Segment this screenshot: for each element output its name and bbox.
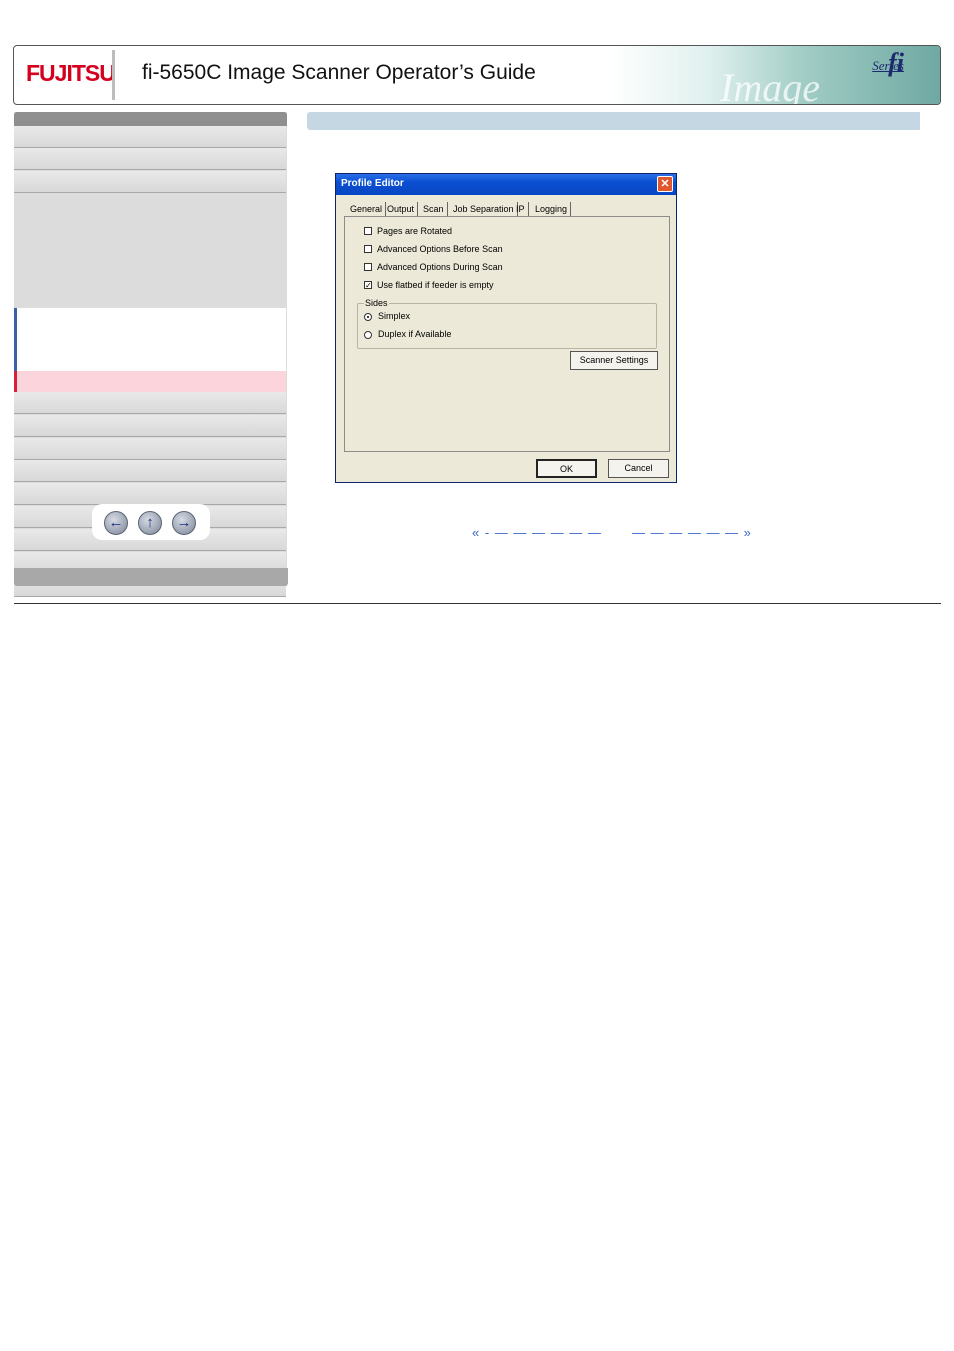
advanced-during-checkbox[interactable]	[364, 263, 372, 271]
dialog-title: Profile Editor	[341, 178, 404, 189]
header-divider	[112, 50, 115, 100]
arrow-left-icon[interactable]: ←	[104, 511, 128, 535]
simplex-label: Simplex	[378, 311, 411, 321]
header-art: Image Scanner fi Series	[610, 46, 940, 104]
sidebar-item-4[interactable]	[14, 392, 286, 414]
sides-groupbox: Sides Simplex Duplex if Available	[357, 298, 657, 349]
duplex-label: Duplex if Available	[378, 329, 452, 339]
scan-tab-panel: Pages are Rotated Advanced Options Befor…	[344, 216, 670, 452]
brand-series: Series	[872, 58, 904, 73]
dialog-titlebar[interactable]: Profile Editor ✕	[336, 174, 676, 195]
duplex-radio[interactable]	[364, 331, 372, 339]
sidebar-item-6[interactable]	[14, 438, 286, 460]
tab-scan[interactable]: Scan	[420, 202, 448, 216]
use-flatbed-checkbox[interactable]: ✓	[364, 281, 372, 290]
advanced-before-label: Advanced Options Before Scan	[377, 244, 503, 254]
ok-button[interactable]: OK	[536, 459, 597, 478]
close-icon[interactable]: ✕	[657, 176, 673, 192]
advanced-before-checkbox[interactable]	[364, 245, 372, 253]
arrow-up-icon[interactable]: ↑	[138, 511, 162, 535]
tab-general[interactable]: General	[347, 202, 387, 216]
advanced-during-label: Advanced Options During Scan	[377, 262, 503, 272]
sidebar-bottom-cap	[14, 568, 288, 586]
profile-editor-dialog: Profile Editor ✕ General Output Scan Job…	[335, 173, 677, 483]
logo-text: FUJITSU	[26, 60, 116, 86]
arrow-right-icon[interactable]: →	[172, 511, 196, 535]
sides-title: Sides	[364, 298, 389, 308]
tab-output[interactable]: Output	[384, 202, 419, 216]
footer-rule	[14, 603, 941, 604]
simplex-radio[interactable]	[364, 313, 372, 321]
cancel-button[interactable]: Cancel	[608, 459, 669, 478]
sidebar-item-5[interactable]	[14, 415, 286, 437]
art-watermark: Image Scanner	[720, 65, 820, 105]
page-title: fi-5650C Image Scanner Operator’s Guide	[142, 61, 536, 84]
fujitsu-logo: FUJITSU	[26, 60, 116, 87]
sidebar-item-expanded[interactable]	[14, 308, 286, 371]
content-header-bar	[307, 112, 920, 130]
nav-button-group: ← ↑ →	[92, 504, 210, 540]
tab-ip[interactable]: IP	[513, 202, 529, 216]
sidebar-item-8[interactable]	[14, 483, 286, 505]
tab-job-separation[interactable]: Job Separation	[450, 202, 518, 216]
sidebar-item-7[interactable]	[14, 460, 286, 482]
tab-logging[interactable]: Logging	[532, 202, 572, 216]
sidebar-nav: ← ↑ →	[14, 112, 288, 597]
pages-rotated-label: Pages are Rotated	[377, 226, 453, 236]
sidebar-top-cap	[14, 112, 287, 126]
use-flatbed-label: Use flatbed if feeder is empty	[377, 280, 494, 290]
next-page-link[interactable]: — — — — — — »	[632, 525, 752, 540]
sidebar-item-active[interactable]	[14, 371, 286, 392]
previous-page-link[interactable]: « - — — — — — —	[472, 525, 602, 540]
sidebar-item-3[interactable]	[14, 171, 286, 193]
sidebar-item-2[interactable]	[14, 148, 286, 170]
sidebar-item-1[interactable]	[14, 126, 286, 148]
header-banner: FUJITSU fi-5650C Image Scanner Operator’…	[13, 45, 941, 105]
scanner-settings-button[interactable]: Scanner Settings	[570, 351, 658, 370]
pages-rotated-checkbox[interactable]	[364, 227, 372, 235]
